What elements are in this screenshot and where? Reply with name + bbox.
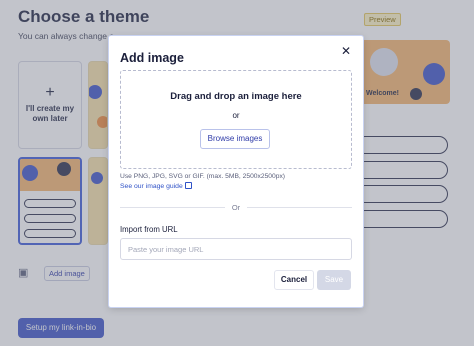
- file-requirements-hint: Use PNG, JPG, SVG or GIF. (max. 5MB, 250…: [120, 173, 286, 180]
- external-link-icon: [184, 182, 192, 189]
- divider-or: Or: [231, 203, 241, 212]
- image-dropzone[interactable]: Drag and drop an image here or Browse im…: [120, 70, 352, 169]
- divider: [120, 207, 225, 208]
- close-icon[interactable]: ✕: [339, 44, 353, 58]
- add-image-modal: Add image ✕ Drag and drop an image here …: [109, 36, 363, 307]
- dropzone-or: or: [232, 111, 240, 120]
- url-label: Import from URL: [120, 225, 178, 234]
- image-guide-link[interactable]: See our image guide: [120, 182, 192, 190]
- modal-title: Add image: [120, 51, 184, 65]
- url-input[interactable]: [120, 238, 352, 260]
- image-guide-link-text[interactable]: See our image guide: [120, 183, 183, 190]
- dropzone-title: Drag and drop an image here: [170, 91, 302, 102]
- save-button[interactable]: Save: [317, 270, 351, 290]
- divider: [247, 207, 352, 208]
- browse-images-button[interactable]: Browse images: [200, 129, 270, 149]
- cancel-button[interactable]: Cancel: [274, 270, 314, 290]
